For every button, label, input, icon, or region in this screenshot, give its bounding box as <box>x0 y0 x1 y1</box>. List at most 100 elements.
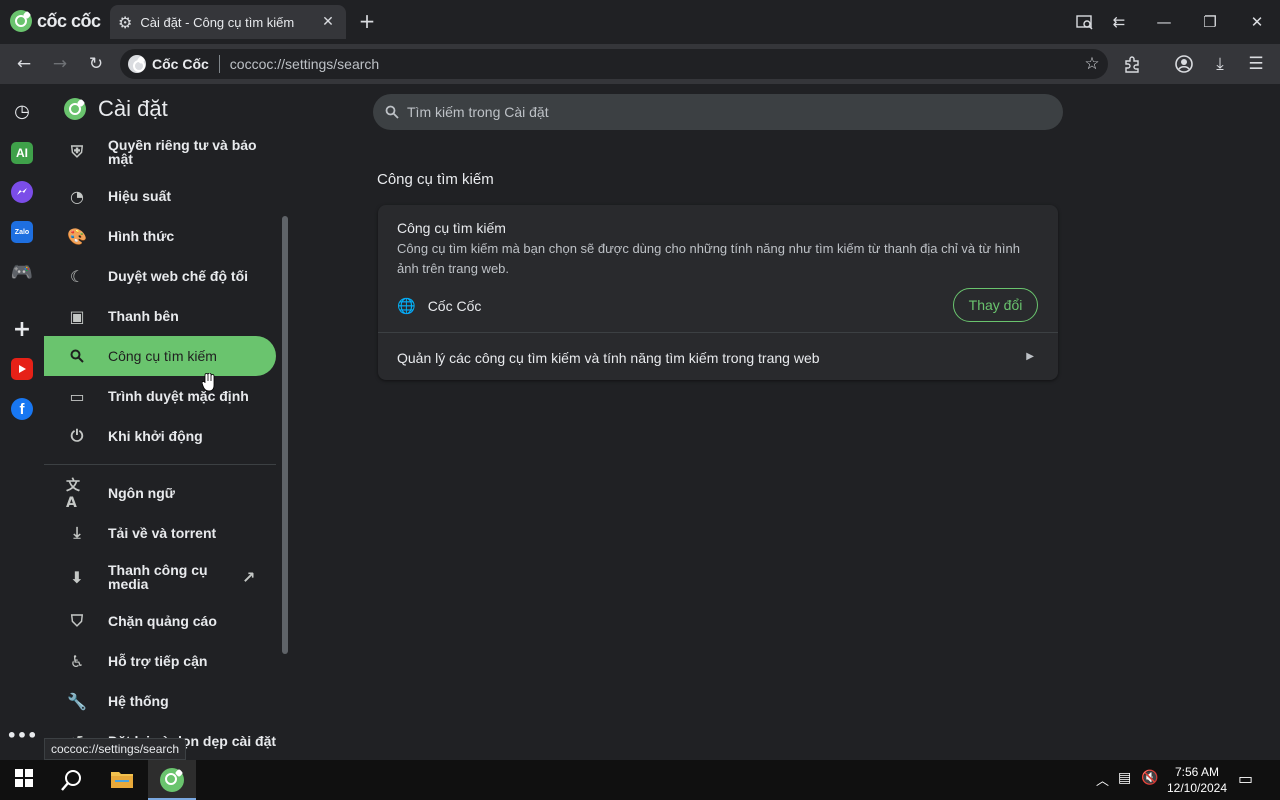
sidebar-item-languages[interactable]: 文A Ngôn ngữ <box>44 473 276 513</box>
sidebar-item-media-toolbar[interactable]: ⬇ Thanh công cụ media ↗ <box>44 557 276 597</box>
sidebar-item-on-startup[interactable]: ⏻ Khi khởi động <box>44 416 276 456</box>
globe-icon: 🌐 <box>397 297 416 315</box>
ai-chat-icon[interactable]: AI <box>11 142 33 164</box>
sidebar-item-label: Duyệt web chế độ tối <box>108 268 249 284</box>
search-icon <box>66 345 88 367</box>
sidebar-item-label: Công cụ tìm kiếm <box>108 348 217 364</box>
facebook-icon[interactable]: f <box>11 398 33 420</box>
close-tab-icon[interactable]: ✕ <box>318 12 338 32</box>
network-icon[interactable]: ▤ <box>1118 770 1131 786</box>
external-link-icon[interactable]: ↗ <box>242 568 255 587</box>
close-window-button[interactable]: ✕ <box>1244 10 1270 34</box>
mouse-cursor-icon <box>202 373 215 392</box>
engine-name: Cốc Cốc <box>427 298 482 314</box>
bookmark-star-icon[interactable]: ☆ <box>1080 52 1104 76</box>
sidebar-item-search-engine[interactable]: Công cụ tìm kiếm <box>44 336 276 376</box>
volume-muted-icon[interactable]: 🔇 <box>1141 770 1158 786</box>
history-icon[interactable]: ◷ <box>11 100 33 122</box>
wrench-icon: 🔧 <box>67 691 87 711</box>
sidebar-item-privacy[interactable]: ⛨ Quyền riêng tư và bảo mật <box>44 140 276 172</box>
windows-start-icon[interactable] <box>14 768 38 792</box>
coccoc-brand[interactable]: cốc cốc <box>10 10 101 32</box>
speedometer-icon: ◔ <box>70 186 84 206</box>
youtube-icon[interactable] <box>11 358 33 380</box>
zalo-icon[interactable]: Zalo <box>11 221 33 243</box>
sidebar-icon: ▣ <box>69 306 85 326</box>
sidebar-item-label: Hình thức <box>108 228 175 244</box>
current-engine: 🌐 Cốc Cốc <box>397 297 481 315</box>
reload-button[interactable]: ↻ <box>84 52 108 76</box>
card-divider <box>378 332 1058 333</box>
clock-time: 7:56 AM <box>1174 765 1220 779</box>
shield-icon: ⛨ <box>70 142 83 161</box>
downloads-icon[interactable]: ⤓ <box>1208 52 1232 76</box>
more-apps-icon[interactable]: ••• <box>7 724 38 746</box>
sidebar-item-accessibility[interactable]: ♿ Hỗ trợ tiếp cận <box>44 641 276 681</box>
sidebar-item-ad-block[interactable]: ⛉ Chặn quảng cáo <box>44 601 276 641</box>
extensions-icon[interactable] <box>1120 52 1144 76</box>
notification-icon[interactable]: ▭ <box>1238 769 1253 788</box>
show-hidden-icons[interactable]: ︿ <box>1096 770 1109 789</box>
status-url: coccoc://settings/search <box>44 738 187 760</box>
forward-button[interactable]: → <box>48 52 72 76</box>
coccoc-logo-icon <box>10 10 32 32</box>
sidebar-divider <box>44 464 276 465</box>
file-explorer-icon[interactable] <box>110 768 134 792</box>
settings-search-input[interactable]: Tìm kiếm trong Cài đặt <box>373 94 1063 130</box>
menu-icon[interactable]: ☰ <box>1244 52 1268 76</box>
taskbar-search-icon[interactable] <box>60 768 84 792</box>
translate-icon: 文A <box>66 478 80 511</box>
messenger-icon[interactable] <box>11 181 33 203</box>
manage-search-engines-link[interactable]: Quản lý các công cụ tìm kiếm và tính năn… <box>397 350 820 366</box>
accessibility-icon: ♿ <box>69 651 85 671</box>
back-forward-tabs-icon[interactable]: ⇇ <box>1106 10 1132 34</box>
sidebar-item-label: Khi khởi động <box>108 428 203 444</box>
new-tab-button[interactable]: + <box>356 9 378 33</box>
coccoc-taskbar-icon[interactable] <box>160 768 184 792</box>
card-description: Công cụ tìm kiếm mà bạn chọn sẽ được dùn… <box>397 241 1020 276</box>
sidebar-item-default-browser[interactable]: ▭ Trình duyệt mặc định <box>44 376 276 416</box>
url-text[interactable]: coccoc://settings/search <box>230 56 379 72</box>
taskbar-clock[interactable]: 7:56 AM 12/10/2024 <box>1162 764 1232 796</box>
download-icon: ⤓ <box>73 523 81 542</box>
sidebar-item-label: Trình duyệt mặc định <box>108 388 249 404</box>
settings-header: Cài đặt <box>64 96 168 122</box>
page-title: Cài đặt <box>98 96 168 121</box>
search-placeholder: Tìm kiếm trong Cài đặt <box>407 104 549 120</box>
toolbar: ← → ↻ Cốc Cốc coccoc://settings/search ☆… <box>0 44 1280 84</box>
minimize-window-button[interactable]: — <box>1151 10 1177 34</box>
restore-window-button[interactable]: ❐ <box>1197 10 1223 34</box>
sidebar-item-label: Hệ thống <box>108 693 169 709</box>
add-app-icon[interactable]: + <box>11 317 33 342</box>
tab-settings[interactable]: ⚙ Cài đặt - Công cụ tìm kiếm ✕ <box>110 5 346 39</box>
ad-block-shield-icon: ⛉ <box>70 611 83 630</box>
settings-logo-icon <box>64 98 86 120</box>
back-button[interactable]: ← <box>12 52 36 76</box>
profile-icon[interactable] <box>1172 52 1196 76</box>
game-controller-icon[interactable]: 🎮 <box>11 261 33 283</box>
sidebar-scrollbar[interactable] <box>282 216 288 654</box>
sidebar-item-label: Thanh công cụ media <box>108 562 208 592</box>
settings-sidebar: ⛨ Quyền riêng tư và bảo mật ◔ Hiệu suất … <box>44 140 294 760</box>
sidebar-item-appearance[interactable]: 🎨 Hình thức <box>44 216 276 256</box>
change-engine-button[interactable]: Thay đổi <box>953 288 1038 322</box>
address-bar[interactable]: Cốc Cốc coccoc://settings/search <box>120 49 1108 79</box>
power-icon: ⏻ <box>70 426 84 445</box>
media-icon: ⬇ <box>70 567 84 587</box>
title-bar: cốc cốc ⚙ Cài đặt - Công cụ tìm kiếm ✕ +… <box>0 0 1280 44</box>
sidebar-item-label: Tải về và torrent <box>108 525 217 541</box>
sidebar-item-dark-mode[interactable]: ☾ Duyệt web chế độ tối <box>44 256 276 296</box>
sidebar-item-system[interactable]: 🔧 Hệ thống <box>44 681 276 721</box>
sidebar-item-downloads[interactable]: ⤓ Tải về và torrent <box>44 513 276 553</box>
sidebar-item-sidebar[interactable]: ▣ Thanh bên <box>44 296 276 336</box>
brand-name: cốc cốc <box>37 10 101 31</box>
sidebar-item-label: Chặn quảng cáo <box>108 613 217 629</box>
search-engine-card: Công cụ tìm kiếm Công cụ tìm kiếm mà bạn… <box>378 205 1058 380</box>
sidebar-item-performance[interactable]: ◔ Hiệu suất <box>44 176 276 216</box>
windows-taskbar: ︿ ▤ 🔇 ▭ <box>0 760 1280 800</box>
search-tabs-icon[interactable] <box>1072 10 1098 34</box>
sidebar-item-label: Hiệu suất <box>108 188 172 204</box>
palette-icon: 🎨 <box>67 226 87 246</box>
sidebar-item-label: Quyền riêng tư và bảo mật <box>108 140 257 167</box>
coccoc-logo-icon <box>160 768 184 792</box>
